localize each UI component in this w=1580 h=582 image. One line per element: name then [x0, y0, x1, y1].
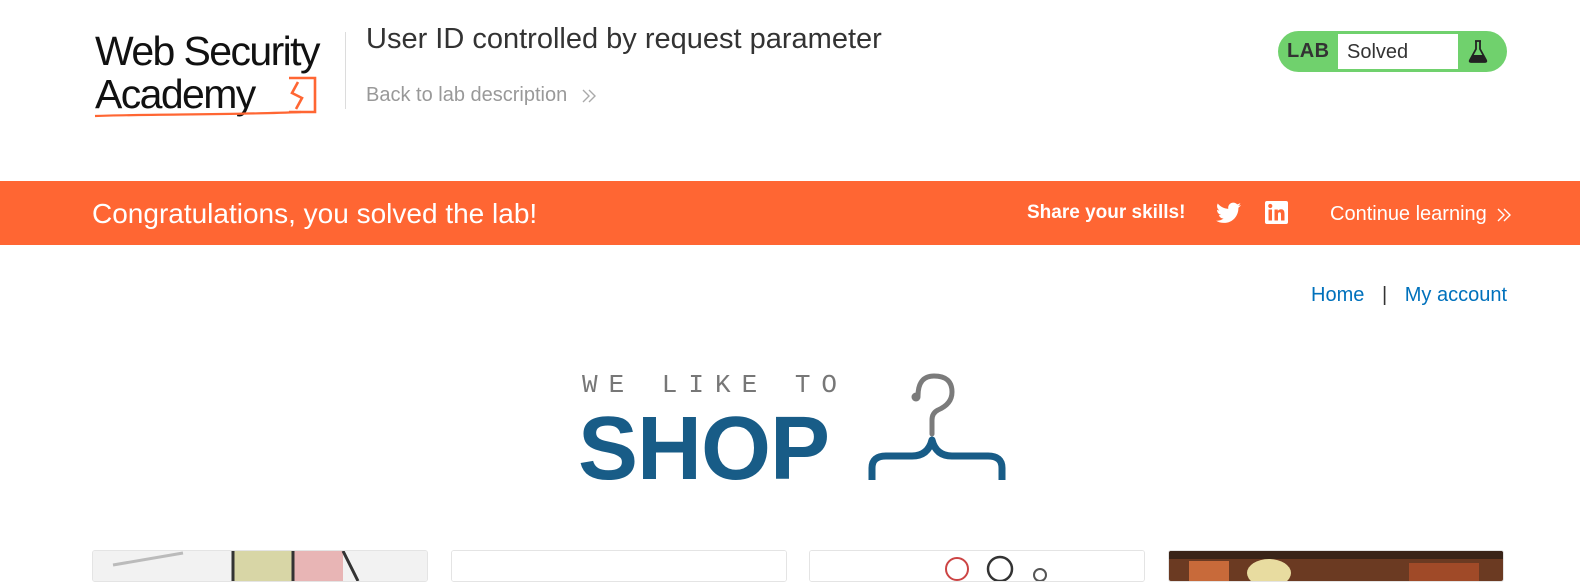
logo-lightning-icon	[94, 76, 317, 118]
header-divider	[345, 32, 346, 109]
back-to-lab-description-link[interactable]: Back to lab description	[366, 84, 597, 107]
shop-logo-tagline: WE LIKE TO	[582, 370, 849, 400]
home-link[interactable]: Home	[1311, 284, 1364, 306]
linkedin-share-button[interactable]	[1265, 201, 1288, 224]
back-link-label: Back to lab description	[366, 84, 568, 106]
lab-title: User ID controlled by request parameter	[366, 23, 882, 55]
product-image-3	[810, 551, 1144, 581]
double-chevron-right-icon	[1497, 208, 1512, 222]
product-image-4	[1169, 551, 1503, 581]
hanger-icon	[868, 373, 1006, 480]
lab-status-tag: LAB	[1287, 40, 1330, 62]
product-card[interactable]	[92, 550, 428, 582]
twitter-share-button[interactable]	[1216, 202, 1241, 224]
shop-logo-word: SHOP	[578, 399, 830, 499]
flask-icon	[1468, 40, 1488, 63]
lab-status-badge: LAB Solved	[1278, 31, 1507, 72]
product-card[interactable]	[1168, 550, 1504, 582]
academy-header: Web Security Academy User ID controlled …	[0, 0, 1580, 181]
congratulations-message: Congratulations, you solved the lab!	[92, 198, 538, 229]
twitter-icon	[1216, 202, 1241, 223]
product-card[interactable]	[451, 550, 787, 582]
lab-status-box: Solved	[1338, 34, 1458, 69]
academy-logo[interactable]: Web Security Academy	[93, 26, 343, 122]
linkedin-icon	[1265, 201, 1288, 224]
top-navigation: Home | My account	[1311, 284, 1507, 307]
product-card[interactable]	[809, 550, 1145, 582]
product-image-1	[93, 551, 427, 581]
product-image-2	[452, 551, 786, 581]
continue-learning-label: Continue learning	[1330, 203, 1487, 225]
my-account-link[interactable]: My account	[1405, 284, 1507, 306]
nav-separator: |	[1381, 284, 1388, 306]
lab-status-text: Solved	[1347, 41, 1409, 63]
shop-logo: WE LIKE TO SHOP	[578, 368, 1028, 499]
double-chevron-right-icon	[582, 89, 596, 103]
continue-learning-link[interactable]: Continue learning	[1330, 203, 1512, 226]
solved-banner: Congratulations, you solved the lab! Sha…	[0, 181, 1580, 245]
share-skills-label: Share your skills!	[1027, 202, 1186, 223]
